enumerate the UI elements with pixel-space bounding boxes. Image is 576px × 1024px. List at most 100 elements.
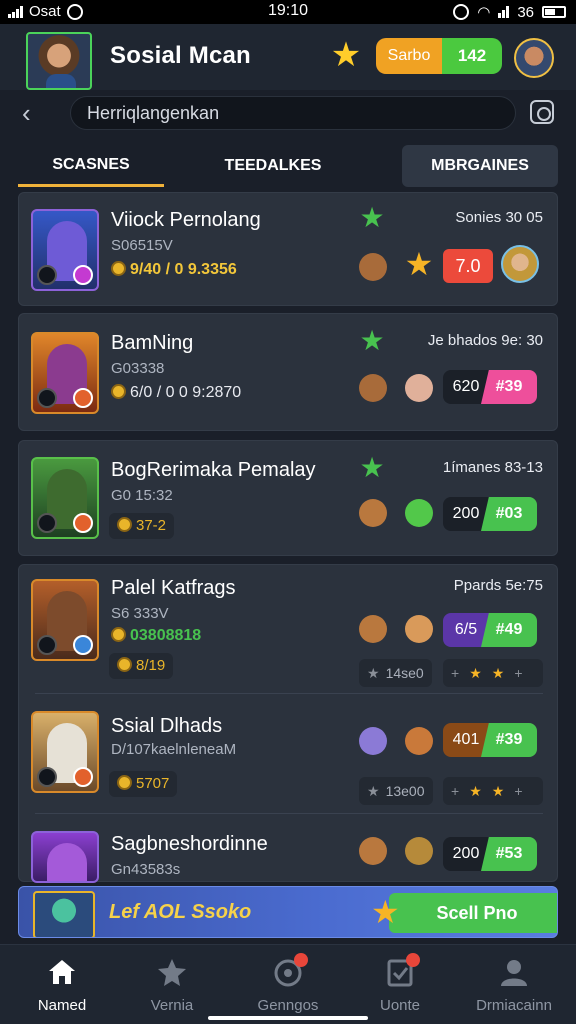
rank-badge — [73, 635, 93, 655]
divider — [35, 813, 543, 814]
item-meta: Ppards 5e:75 — [453, 577, 543, 594]
coin-icon — [117, 775, 132, 790]
currency-label: Sarbo — [376, 38, 442, 74]
tab-bar: SCASNES TEEDALKES MBRGAINES — [18, 145, 558, 189]
search-input[interactable]: Herriqlangenkan — [70, 96, 516, 130]
user-avatar[interactable] — [514, 38, 554, 78]
search-row: ‹ Herriqlangenkan — [0, 92, 576, 134]
pet-icon — [359, 615, 387, 643]
level-badge — [37, 513, 57, 533]
item-subtitle: S06515V — [111, 237, 173, 254]
game-thumbnail — [31, 332, 99, 414]
promo-banner[interactable]: Lef AOL Ssoko Scell Pno ★ — [18, 886, 558, 938]
promo-star-icon: ★ — [371, 894, 400, 930]
item-stats: 9/40 / 0 9.3356 — [111, 261, 237, 279]
level-badge — [37, 635, 57, 655]
character-icon — [405, 615, 433, 643]
target-icon — [272, 953, 308, 987]
item-title[interactable]: Sagbneshordinne — [111, 833, 268, 856]
app-header: Sosial Mcan ★ Sarbo 142 — [0, 24, 576, 90]
game-thumbnail — [31, 831, 99, 883]
item-title[interactable]: Palel Katfrags — [111, 577, 236, 600]
home-indicator — [208, 1016, 368, 1020]
player-avatar[interactable] — [501, 245, 539, 283]
profile-avatar[interactable] — [26, 32, 92, 90]
green-star-icon: ★ — [359, 202, 385, 233]
nav-item-drmiacainn[interactable]: Drmiacainn — [464, 951, 564, 1014]
star-rating: + ★ ★ + — [443, 659, 543, 687]
pet-icon — [359, 499, 387, 527]
rank-badge — [73, 767, 93, 787]
rank-badge — [73, 265, 93, 285]
item-subtitle: D/107kaelnleneaM — [111, 741, 237, 758]
score-pill: 401 #39 — [443, 723, 537, 757]
pet-icon — [359, 374, 387, 402]
list-item[interactable]: BamNing G03338 6/0 / 0 0 9:2870 ★ Je bha… — [18, 313, 558, 431]
item-stats: 6/0 / 0 0 9:2870 — [111, 384, 241, 402]
character-icon — [405, 837, 433, 865]
coin-icon — [111, 384, 126, 399]
app-title: Sosial Mcan — [110, 42, 251, 69]
favorites-star-icon[interactable]: ★ — [330, 38, 362, 72]
item-subtitle: G0 15:32 — [111, 487, 173, 504]
coin-icon — [111, 261, 126, 276]
item-title: BogRerimaka Pemalay — [111, 459, 316, 481]
pet-icon — [359, 253, 387, 281]
list-item[interactable]: Viiock Pernolang S06515V 9/40 / 0 9.3356… — [18, 192, 558, 306]
tab-teedalkes[interactable]: TEEDALKES — [198, 145, 348, 187]
score-pill: 200 #03 — [443, 497, 537, 531]
pet-icon — [405, 727, 433, 755]
alarm-icon — [453, 4, 470, 20]
score-pill: 6/5 #49 — [443, 613, 537, 647]
gold-star-icon: ★ — [404, 246, 434, 282]
alien-icon — [405, 499, 433, 527]
currency-pill[interactable]: Sarbo 142 — [376, 38, 502, 74]
item-meta: 1ímanes 83-13 — [442, 459, 543, 476]
item-title: Viiock Pernolang — [111, 209, 261, 231]
pet-icon — [359, 837, 387, 865]
battery-icon — [542, 6, 566, 18]
divider — [35, 693, 543, 694]
nav-item-vernia[interactable]: Vernia — [122, 951, 222, 1014]
nav-item-uonte[interactable]: Uonte — [350, 951, 450, 1014]
level-badge — [37, 767, 57, 787]
nav-item-named[interactable]: Named — [12, 951, 112, 1014]
notification-badge — [406, 953, 420, 967]
item-stats: 37-2 — [109, 513, 175, 539]
coin-icon — [111, 627, 126, 642]
nav-item-genngos[interactable]: Genngos — [238, 951, 338, 1014]
home-icon — [46, 957, 78, 987]
list-item[interactable]: BogRerimaka Pemalay G0 15:32 37-2 ★ 1íma… — [18, 440, 558, 556]
tab-scasnes[interactable]: SCASNES — [18, 145, 164, 187]
rating-box: ★ 14se0 — [359, 659, 432, 687]
rank-badge — [73, 388, 93, 408]
back-arrow-icon[interactable]: ‹ — [22, 98, 31, 129]
level-badge — [37, 265, 57, 285]
rating-box: ★ 13e00 — [359, 777, 433, 805]
notification-badge — [294, 953, 308, 967]
green-star-icon: ★ — [359, 452, 385, 483]
clipboard-icon — [384, 953, 420, 987]
item-title[interactable]: Ssial Dlhads — [111, 715, 222, 738]
coin-icon — [117, 657, 132, 672]
cell-signal-icon — [498, 6, 510, 18]
score-pill: 200 #53 — [443, 837, 537, 871]
game-thumbnail — [31, 209, 99, 291]
score-pill: 620 #39 — [443, 370, 537, 404]
tab-mbrgaines[interactable]: MBRGAINES — [402, 145, 558, 187]
star-icon: ★ — [367, 782, 380, 799]
item-stats-secondary: 8/19 — [109, 653, 174, 679]
camera-icon[interactable] — [530, 100, 554, 124]
wifi-icon: ◠ — [477, 4, 491, 21]
item-stats: 5707 — [109, 771, 178, 797]
promo-button[interactable]: Scell Pno — [389, 893, 557, 933]
list-group: Palel Katfrags S6 333V 03808818 8/19 Ppa… — [18, 564, 558, 883]
item-subtitle: G03338 — [111, 360, 165, 377]
score-badge: 7.0 — [443, 249, 493, 283]
coin-icon — [117, 517, 132, 532]
game-thumbnail — [31, 579, 99, 661]
currency-value: 142 — [442, 38, 502, 74]
item-subtitle: Gn43583s — [111, 861, 181, 878]
item-title: BamNing — [111, 332, 194, 354]
profile-icon — [498, 957, 530, 987]
